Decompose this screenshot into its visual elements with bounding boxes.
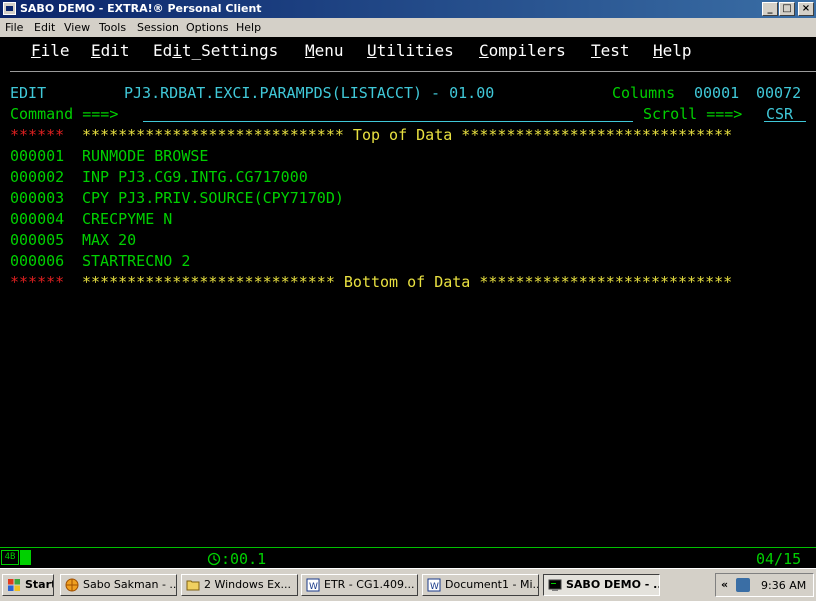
line-number[interactable]: 000003 — [10, 189, 64, 207]
columns-label: Columns — [612, 84, 676, 102]
terminal-app-icon[interactable] — [3, 2, 16, 15]
network-icon[interactable] — [736, 578, 750, 592]
ispf-menu-edit-settings[interactable]: Edit_Settings — [153, 41, 278, 60]
command-label: Command ===> — [10, 105, 119, 123]
system-tray: « 9:36 AM — [715, 573, 814, 597]
terminal-icon — [548, 579, 562, 591]
maximize-button[interactable]: □ — [779, 2, 795, 16]
start-button[interactable]: Start — [2, 574, 54, 596]
action-bar-separator — [10, 71, 816, 72]
ispf-menu-menu[interactable]: Menu — [305, 41, 344, 60]
ispf-menu-file[interactable]: File — [31, 41, 70, 60]
menu-tools[interactable]: Tools — [99, 21, 126, 34]
menu-view[interactable]: View — [64, 21, 90, 34]
menu-session[interactable]: Session — [137, 21, 179, 34]
taskbar-button-sabo-demo[interactable]: SABO DEMO - ... — [543, 574, 660, 596]
menu-edit[interactable]: Edit — [34, 21, 55, 34]
columns-start: 00001 — [694, 84, 740, 102]
line-number[interactable]: 000001 — [10, 147, 64, 165]
line-text[interactable]: RUNMODE BROWSE — [82, 147, 208, 165]
line-text[interactable]: STARTRECNO 2 — [82, 252, 190, 270]
ispf-menu-edit[interactable]: Edit — [91, 41, 130, 60]
ispf-menu-compilers[interactable]: Compilers — [479, 41, 566, 60]
menu-options[interactable]: Options — [186, 21, 228, 34]
word-icon: W — [306, 578, 320, 592]
clock-icon — [207, 552, 221, 566]
edit-mode-label: EDIT — [10, 84, 47, 102]
taskbar-button-etr[interactable]: W ETR - CG1.409... — [301, 574, 418, 596]
line-text[interactable]: MAX 20 — [82, 231, 136, 249]
scroll-input-underline — [764, 121, 806, 122]
window-title-bar[interactable]: SABO DEMO - EXTRA!® Personal Client _ □ … — [0, 0, 816, 18]
menu-file[interactable]: File — [5, 21, 23, 34]
svg-text:W: W — [430, 582, 439, 592]
bottom-of-data-marker: **************************** Bottom of D… — [82, 273, 733, 291]
taskbar: Start Sabo Sakman - ... 2 Windows Ex... … — [0, 568, 816, 601]
columns-end: 00072 — [756, 84, 802, 102]
scroll-label: Scroll ===> — [643, 105, 743, 123]
taskbar-button-document1[interactable]: W Document1 - Mi... — [422, 574, 539, 596]
windows-logo-icon — [8, 579, 20, 591]
line-number[interactable]: 000005 — [10, 231, 64, 249]
dataset-name: PJ3.RDBAT.EXCI.PARAMPDS(LISTACCT) - 01.0… — [124, 84, 495, 102]
line-number[interactable]: 000002 — [10, 168, 64, 186]
app-menu-bar: File Edit View Tools Session Options Hel… — [0, 18, 816, 37]
session-indicator: 4B — [1, 550, 19, 565]
ispf-menu-help[interactable]: Help — [653, 41, 692, 60]
svg-text:W: W — [309, 582, 318, 592]
clock-time[interactable]: 9:36 AM — [761, 579, 806, 592]
window-title: SABO DEMO - EXTRA!® Personal Client — [20, 2, 262, 15]
browser-icon — [65, 578, 79, 592]
cursor-position: 04/15 — [756, 550, 802, 568]
taskbar-button-browser[interactable]: Sabo Sakman - ... — [60, 574, 177, 596]
minimize-button[interactable]: _ — [762, 2, 778, 16]
tray-expand-button[interactable]: « — [721, 578, 728, 591]
cursor-block — [20, 550, 31, 565]
word-icon: W — [427, 578, 441, 592]
terminal-screen[interactable]: File Edit Edit_Settings Menu Utilities C… — [0, 37, 816, 547]
taskbar-button-explorer[interactable]: 2 Windows Ex... — [181, 574, 298, 596]
ispf-menu-utilities[interactable]: Utilities — [367, 41, 454, 60]
ispf-menu-test[interactable]: Test — [591, 41, 630, 60]
top-marker-prefix: ****** — [10, 126, 65, 144]
line-text[interactable]: CPY PJ3.PRIV.SOURCE(CPY7170D) — [82, 189, 344, 207]
folder-icon — [186, 580, 200, 591]
wait-clock: :00.1 — [207, 550, 266, 568]
elapsed-time: :00.1 — [221, 550, 267, 568]
close-button[interactable]: × — [798, 2, 814, 16]
line-text[interactable]: INP PJ3.CG9.INTG.CG717000 — [82, 168, 308, 186]
line-number[interactable]: 000004 — [10, 210, 64, 228]
top-of-data-marker: ***************************** Top of Dat… — [82, 126, 733, 144]
status-line: 4B :00.1 04/15 — [0, 547, 816, 569]
command-input-underline — [143, 121, 633, 122]
bottom-marker-prefix: ****** — [10, 273, 65, 291]
menu-help[interactable]: Help — [236, 21, 261, 34]
line-text[interactable]: CRECPYME N — [82, 210, 172, 228]
line-number[interactable]: 000006 — [10, 252, 64, 270]
